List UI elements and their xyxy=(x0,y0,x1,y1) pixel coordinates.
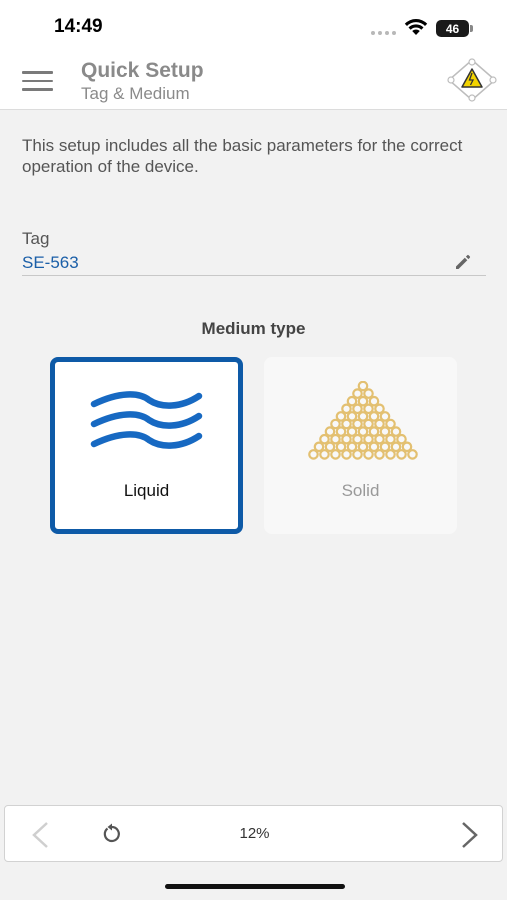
cellular-signal-icon xyxy=(371,31,396,35)
tag-label: Tag xyxy=(22,229,50,248)
setup-description: This setup includes all the basic parame… xyxy=(22,136,463,176)
home-indicator xyxy=(165,884,345,889)
solid-pile-icon xyxy=(308,381,418,460)
device-status-icon[interactable] xyxy=(446,57,498,103)
medium-option-solid[interactable]: Solid xyxy=(264,357,457,534)
battery-tip xyxy=(470,25,473,32)
waves-icon xyxy=(90,391,203,449)
status-time: 14:49 xyxy=(54,16,103,37)
liquid-label: Liquid xyxy=(123,481,170,500)
status-bar: 14:49 46 xyxy=(0,0,507,50)
medium-type-heading: Medium type xyxy=(201,319,306,338)
page-subtitle: Tag & Medium xyxy=(81,84,190,103)
wifi-icon xyxy=(404,19,428,35)
tag-field-underline xyxy=(22,275,486,276)
edit-pencil-icon[interactable] xyxy=(453,252,473,272)
progress-indicator: 12% xyxy=(239,825,270,842)
page-title: Quick Setup xyxy=(81,59,204,82)
chevron-right-icon[interactable] xyxy=(461,821,479,849)
medium-option-liquid[interactable]: Liquid xyxy=(50,357,243,534)
tag-value[interactable]: SE-563 xyxy=(22,253,79,273)
hamburger-menu-icon[interactable] xyxy=(22,71,53,91)
solid-label: Solid xyxy=(341,481,380,500)
app-header: Quick Setup Tag & Medium xyxy=(0,50,507,110)
battery-indicator: 46 xyxy=(436,20,469,37)
bottom-navigation: 12% xyxy=(4,805,503,862)
